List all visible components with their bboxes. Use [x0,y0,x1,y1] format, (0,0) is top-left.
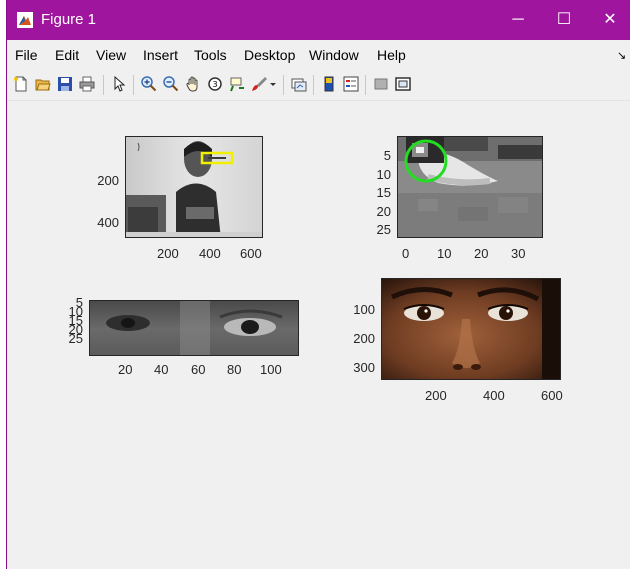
menu-help[interactable]: Help [377,47,406,63]
face-xtick-600: 600 [240,246,262,261]
dock-figure-icon[interactable]: ↘ [617,49,626,62]
eye-zoom-xtick-30: 30 [511,246,526,261]
minimize-button[interactable]: ─ [495,0,541,40]
toolbar-separator [103,75,104,95]
menu-bar: File Edit View Insert Tools Desktop Wind… [7,40,630,68]
face-xtick-400: 400 [199,246,221,261]
eye-zoom-axes[interactable] [397,136,543,238]
eye-zoom-ytick-5: 5 [383,148,391,163]
woman-eyes-xtick-400: 400 [483,388,505,403]
eye-zoom-xtick-20: 20 [474,246,489,261]
rotate-3d-icon[interactable]: 3 [207,76,223,92]
eye-strip-xtick-20: 20 [118,362,133,377]
legend-icon[interactable] [343,76,359,92]
menu-desktop[interactable]: Desktop [244,47,295,63]
toolbar-separator [283,75,284,95]
figure-window: Figure 1 ─ ☐ ✕ File Edit View Insert Too… [6,0,630,569]
face-ytick-400: 400 [97,215,119,230]
face-photo [126,137,262,237]
svg-text:3: 3 [212,80,217,89]
zoom-out-icon[interactable] [163,76,179,92]
close-button[interactable]: ✕ [587,0,630,40]
face-ytick-200: 200 [97,173,119,188]
print-icon[interactable] [79,76,95,92]
eye-zoom-ytick-20: 20 [376,204,391,219]
menu-view[interactable]: View [96,47,126,63]
colorbar-icon[interactable] [321,76,337,92]
toolbar-separator [133,75,134,95]
show-plot-tools-icon[interactable] [395,76,411,92]
green-circle-annotation [404,139,448,183]
eye-zoom-ytick-25: 25 [376,222,391,237]
eye-zoom-ytick-10: 10 [376,167,391,182]
woman-eyes-xtick-200: 200 [425,388,447,403]
new-figure-icon[interactable] [13,76,29,92]
toolbar-separator [313,75,314,95]
eye-strip-xtick-40: 40 [154,362,169,377]
yellow-rectangle-annotation [200,151,234,165]
menu-edit[interactable]: Edit [55,47,79,63]
eye-strip-photo [90,301,298,355]
save-icon[interactable] [57,76,73,92]
matlab-icon [17,12,33,28]
eye-zoom-xtick-10: 10 [437,246,452,261]
maximize-button[interactable]: ☐ [541,0,587,40]
woman-eyes-ytick-200: 200 [353,331,375,346]
data-cursor-icon[interactable] [229,76,245,92]
eye-strip-ytick-25: 25 [68,331,83,346]
window-title: Figure 1 [41,11,97,28]
face-image-axes[interactable] [125,136,263,238]
woman-eyes-photo [382,279,560,379]
pan-hand-icon[interactable] [185,76,201,92]
woman-eyes-ytick-100: 100 [353,302,375,317]
eye-strip-xtick-100: 100 [260,362,282,377]
eye-strip-xtick-80: 80 [227,362,242,377]
toolbar-separator [365,75,366,95]
hide-plot-tools-icon[interactable] [373,76,389,92]
figure-toolbar: 3 [7,68,630,101]
menu-window[interactable]: Window [309,47,359,63]
brush-icon[interactable] [251,76,267,92]
menu-tools[interactable]: Tools [194,47,227,63]
eye-strip-xtick-60: 60 [191,362,206,377]
eye-zoom-xtick-0: 0 [402,246,410,261]
woman-eyes-xtick-600: 600 [541,388,563,403]
open-file-icon[interactable] [35,76,51,92]
link-plot-icon[interactable] [291,76,307,92]
brush-dropdown-icon[interactable] [269,76,277,92]
eye-strip-axes[interactable] [89,300,299,356]
pointer-icon[interactable] [111,76,127,92]
woman-eyes-axes[interactable] [381,278,561,380]
menu-insert[interactable]: Insert [143,47,178,63]
woman-eyes-ytick-300: 300 [353,360,375,375]
face-xtick-200: 200 [157,246,179,261]
title-bar[interactable]: Figure 1 ─ ☐ ✕ [7,0,630,40]
menu-file[interactable]: File [15,47,38,63]
zoom-in-icon[interactable] [141,76,157,92]
eye-zoom-ytick-15: 15 [376,185,391,200]
